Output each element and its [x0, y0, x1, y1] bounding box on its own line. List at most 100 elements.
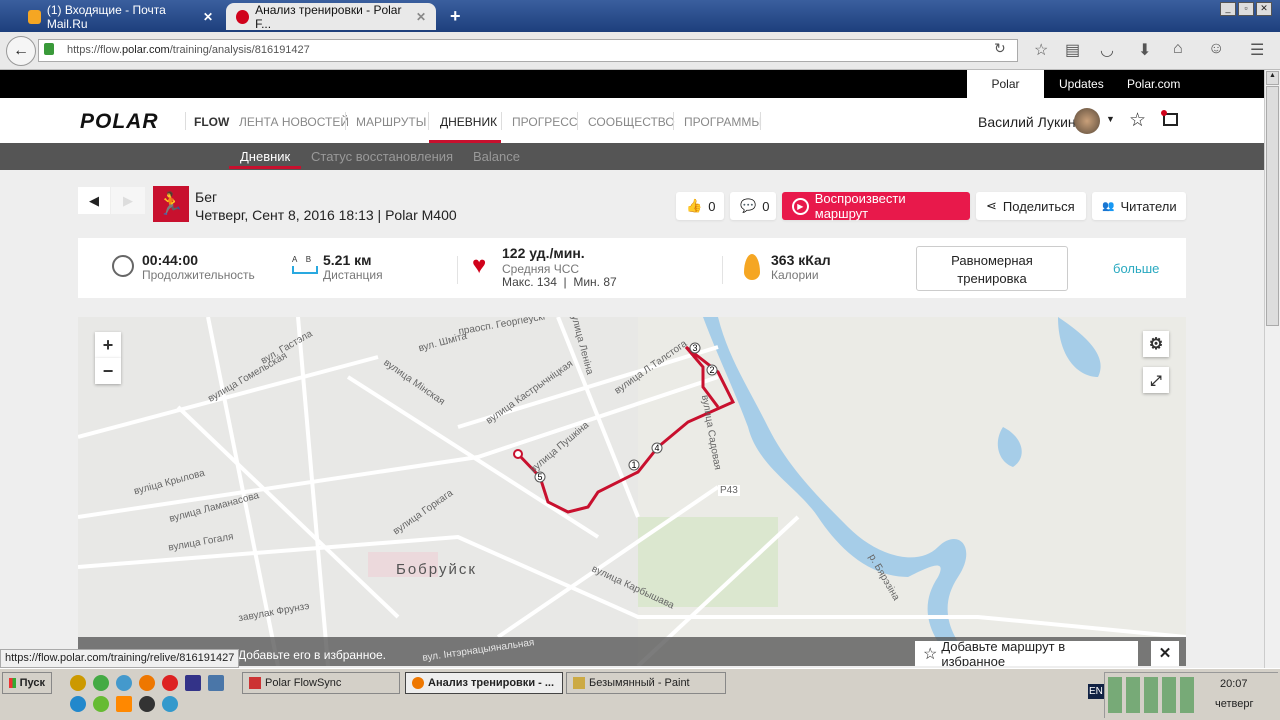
link-polar-com[interactable]: Polar.com	[1115, 70, 1192, 98]
clock-day: четверг	[1215, 698, 1254, 710]
vk-icon[interactable]	[208, 675, 224, 691]
nav-feed[interactable]: ЛЕНТА НОВОСТЕЙ	[239, 115, 349, 129]
thumbs-up-icon: 👍	[686, 198, 703, 213]
browser-tab-polar[interactable]: Анализ тренировки - Polar F... ✕	[226, 3, 436, 31]
sport-name: Бег	[195, 189, 218, 205]
user-dropdown-icon[interactable]: ▼	[1106, 114, 1115, 124]
close-tab-icon[interactable]: ✕	[203, 10, 213, 24]
maximize-button[interactable]: ▫	[1238, 2, 1254, 16]
duration-value: 00:44:00	[142, 252, 199, 268]
comments-button[interactable]: 💬 0	[730, 192, 776, 220]
close-tab-icon[interactable]: ✕	[416, 10, 426, 24]
like-button[interactable]: 👍 0	[676, 192, 724, 220]
odnoklassniki-icon[interactable]	[116, 696, 132, 712]
distance-value: 5.21 км	[323, 252, 372, 268]
followers-button[interactable]: 👥 Читатели	[1092, 192, 1186, 220]
next-training-button[interactable]: ▶	[111, 187, 145, 214]
taskbar-firefox[interactable]: Анализ тренировки - ...	[405, 672, 563, 694]
media-player-icon[interactable]	[139, 696, 155, 712]
home-icon[interactable]: ⌂	[1173, 40, 1183, 58]
reading-list-icon[interactable]: ▤	[1065, 40, 1080, 60]
route-marker-3: 3	[692, 343, 697, 353]
avatar[interactable]	[1074, 108, 1100, 134]
browser-tab-mail[interactable]: (1) Входящие - Почта Mail.Ru ✕	[18, 3, 223, 31]
hr-minmax: Макс. 134 | Мин. 87	[502, 275, 617, 289]
subnav-recovery[interactable]: Статус восстановления	[311, 149, 453, 164]
share-button[interactable]: ⋖ Поделиться	[976, 192, 1086, 220]
pocket-icon[interactable]: ◡	[1100, 40, 1114, 60]
fullscreen-icon[interactable]: ⤢	[1143, 367, 1169, 393]
play-route-button[interactable]: ▶ Воспроизвести маршрут	[782, 191, 970, 221]
ie-icon[interactable]	[70, 696, 86, 712]
flow-label: FLOW	[194, 115, 230, 129]
mail-icon	[28, 9, 41, 24]
menu-icon[interactable]: ☰	[1250, 40, 1264, 60]
prev-training-button[interactable]: ◀	[78, 187, 110, 214]
back-button[interactable]: ←	[6, 36, 36, 66]
lock-icon	[44, 43, 54, 55]
link-updates[interactable]: Updates	[1047, 70, 1116, 98]
save-icon[interactable]	[185, 675, 201, 691]
windows-logo-icon	[9, 678, 16, 688]
user-name[interactable]: Василий Лукин	[978, 114, 1076, 130]
status-bar-url: https://flow.polar.com/training/relive/8…	[0, 649, 240, 668]
reload-icon[interactable]: ↻	[994, 40, 1006, 57]
route-marker-1: 1	[631, 460, 636, 470]
mail-icon[interactable]	[162, 696, 178, 712]
language-indicator[interactable]: EN	[1088, 684, 1104, 699]
taskbar-flowsync[interactable]: Polar FlowSync	[242, 672, 400, 694]
route-marker-4: 4	[654, 443, 659, 453]
running-icon: 🏃	[153, 186, 189, 222]
zoom-out-button[interactable]: −	[95, 358, 121, 384]
add-favorite-button[interactable]: ☆ Добавьте маршрут в избранное	[915, 639, 1138, 666]
zoom-in-button[interactable]: +	[95, 332, 121, 358]
tray-icons[interactable]	[1108, 677, 1198, 713]
followers-icon: 👥	[1102, 200, 1115, 212]
city-label: Бобруйск	[396, 561, 477, 578]
sub-nav	[0, 143, 1264, 170]
nav-routes[interactable]: МАРШРУТЫ	[356, 115, 426, 129]
heart-icon: ♥	[472, 252, 487, 279]
distance-label: Дистанция	[323, 268, 383, 282]
clock-time: 20:07	[1220, 678, 1248, 690]
quicklaunch-icon[interactable]	[70, 675, 86, 691]
polar-favicon	[236, 9, 250, 24]
close-banner-button[interactable]: ✕	[1151, 641, 1179, 666]
nav-progress[interactable]: ПРОГРЕСС	[512, 115, 578, 129]
nav-programs[interactable]: ПРОГРАММЫ	[684, 115, 762, 129]
download-icon[interactable]: ⬇	[1138, 40, 1151, 60]
route-map[interactable]: 1 2 3 4 5 Бобруйск вулiца Крылова вулица…	[78, 317, 1186, 666]
training-date: Четверг, Сент 8, 2016 18:13 | Polar M400	[195, 207, 457, 223]
subnav-diary[interactable]: Дневник	[240, 149, 290, 164]
page-scrollbar[interactable]: ▲	[1264, 70, 1280, 668]
training-type-button[interactable]: Равномерная тренировка	[916, 246, 1068, 291]
calories-value: 363 кКал	[771, 252, 831, 268]
quicklaunch-icon[interactable]	[93, 696, 109, 712]
nav-community[interactable]: СООБЩЕСТВО	[588, 115, 675, 129]
start-button[interactable]: Пуск	[2, 672, 52, 694]
more-link[interactable]: больше	[1113, 261, 1159, 276]
polar-logo[interactable]: POLAR	[80, 110, 159, 134]
nav-diary[interactable]: ДНЕВНИК	[440, 115, 497, 129]
quicklaunch-icon[interactable]	[116, 675, 132, 691]
map-settings-gear-icon[interactable]: ⚙	[1143, 331, 1169, 357]
favorites-star-icon[interactable]: ☆	[1129, 109, 1146, 132]
star-icon: ☆	[923, 645, 938, 663]
opera-icon[interactable]	[162, 675, 178, 691]
bookmark-star-icon[interactable]: ☆	[1034, 40, 1048, 60]
hr-value: 122 уд./мин.	[502, 245, 585, 261]
url-bar[interactable]: https://flow.polar.com/training/analysis…	[38, 39, 1018, 62]
minimize-button[interactable]: _	[1220, 2, 1236, 16]
chrome-icon[interactable]	[93, 675, 109, 691]
close-window-button[interactable]: ✕	[1256, 2, 1272, 16]
firefox-icon[interactable]	[139, 675, 155, 691]
road-number-label: Р43	[718, 485, 740, 496]
smiley-icon[interactable]: ☺	[1208, 40, 1224, 58]
taskbar-paint[interactable]: Безымянный - Paint	[566, 672, 726, 694]
new-tab-button[interactable]: +	[440, 3, 471, 30]
link-polar-flow[interactable]: Polar Flow	[967, 70, 1044, 119]
subnav-balance[interactable]: Balance	[473, 149, 520, 164]
flowsync-icon	[249, 677, 261, 689]
share-icon: ⋖	[986, 198, 997, 213]
distance-ab-label: A B	[292, 255, 312, 264]
